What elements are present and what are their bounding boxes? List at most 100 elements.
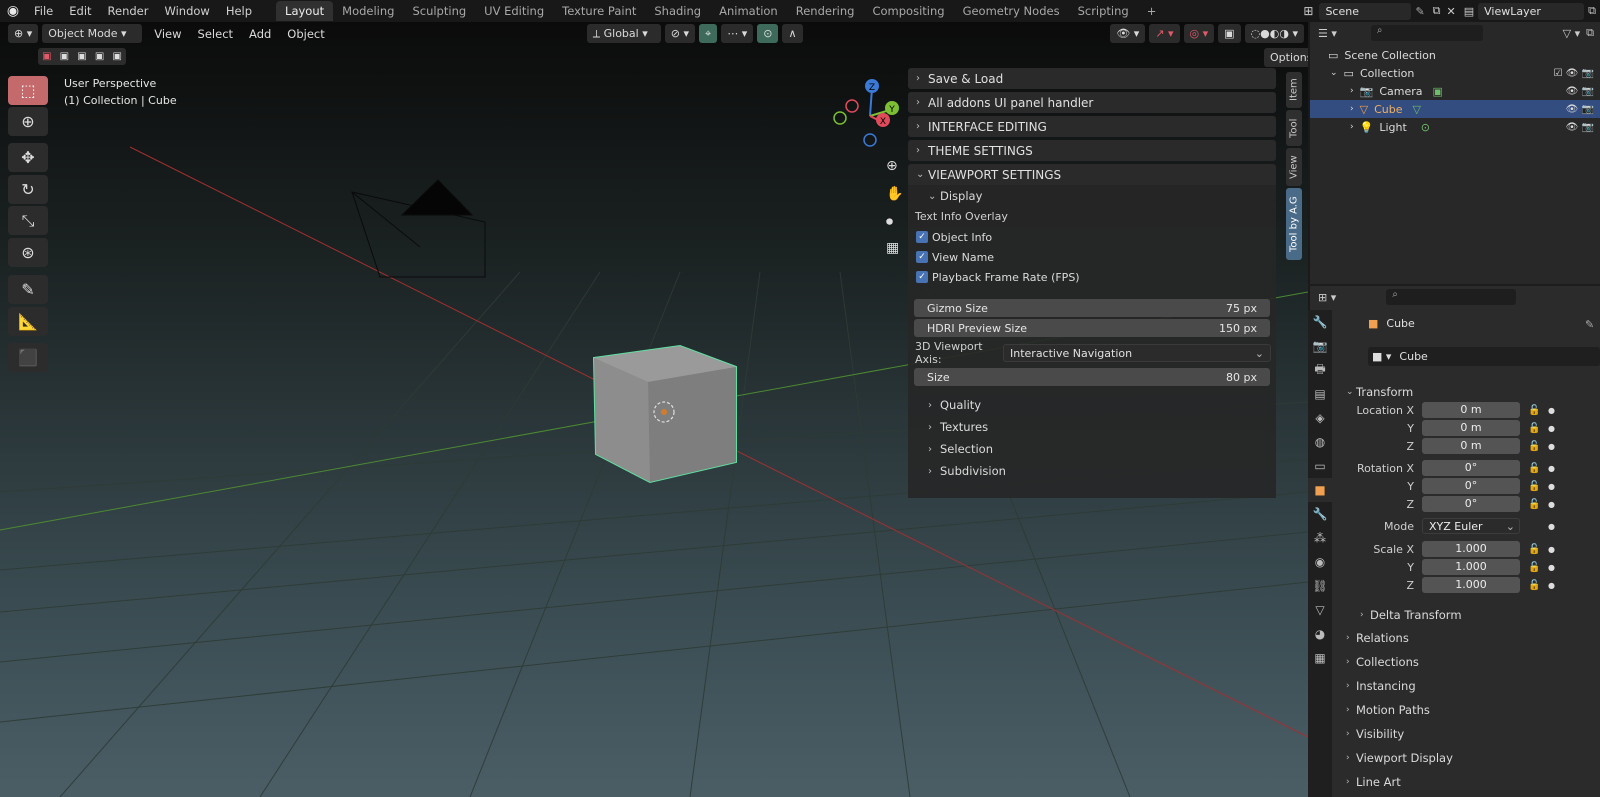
tab-item[interactable]: Item <box>1286 72 1302 108</box>
keyframe-dot-icon[interactable]: ● <box>1548 581 1555 590</box>
scene-collection-row[interactable]: ▭ Scene Collection <box>1310 46 1600 64</box>
tab-uv-editing[interactable]: UV Editing <box>475 1 553 21</box>
section-relations[interactable]: › Relations <box>1340 627 1600 649</box>
new-collection-icon[interactable]: ⧉ <box>1586 26 1594 40</box>
collection-row[interactable]: ⌄ ▭ Collection ☑ 👁 📷 <box>1310 64 1600 82</box>
tool-settings-icon[interactable]: 🔧 <box>1308 310 1332 334</box>
properties-search-input[interactable]: ⌕ <box>1386 289 1517 305</box>
scene-type-icon[interactable]: ⊞ <box>1303 4 1313 18</box>
panel-save-load[interactable]: › Save & Load <box>908 68 1276 89</box>
render-icon[interactable]: 📷 <box>1308 334 1332 358</box>
keyframe-dot-icon[interactable]: ● <box>1548 563 1555 572</box>
lock-icon[interactable]: 🔓 <box>1528 441 1542 452</box>
pin-icon[interactable]: ✎ <box>1585 318 1594 331</box>
cursor-tool-icon[interactable]: ⊕ <box>8 107 48 136</box>
view-layer-icon[interactable]: ▤ <box>1464 5 1474 18</box>
keyframe-dot-icon[interactable]: ● <box>1548 424 1555 433</box>
scale-z-field[interactable]: 1.000 <box>1422 577 1520 593</box>
section-visibility[interactable]: › Visibility <box>1340 723 1600 745</box>
menu-window[interactable]: Window <box>156 0 217 22</box>
panel-interface-editing[interactable]: › INTERFACE EDITING <box>908 116 1276 137</box>
blender-logo-icon[interactable]: ◉ <box>0 0 26 22</box>
section-viewport-display[interactable]: › Viewport Display <box>1340 747 1600 769</box>
menu-render[interactable]: Render <box>100 0 157 22</box>
pin-icon[interactable]: ✎ <box>1415 5 1424 18</box>
keyframe-dot-icon[interactable]: ● <box>1548 442 1555 451</box>
add-workspace-button[interactable]: + <box>1138 1 1166 21</box>
rotation-z-field[interactable]: 0° <box>1422 496 1520 512</box>
viewport-axis-dropdown[interactable]: Interactive Navigation ⌄ <box>1003 344 1271 362</box>
tab-compositing[interactable]: Compositing <box>863 1 953 21</box>
location-x-field[interactable]: 0 m <box>1422 402 1520 418</box>
object-datablock-field[interactable]: ■ ▾ Cube <box>1368 347 1600 366</box>
section-collections[interactable]: › Collections <box>1340 651 1600 673</box>
zoom-icon[interactable]: ⊕ <box>886 158 898 174</box>
row-toggles[interactable]: ☑ 👁 📷 <box>1554 68 1594 79</box>
lock-icon[interactable]: 🔓 <box>1528 562 1542 573</box>
keyframe-dot-icon[interactable]: ● <box>1548 500 1555 509</box>
menu-add[interactable]: Add <box>241 27 279 41</box>
scene-name-field[interactable]: Scene <box>1319 2 1412 20</box>
select-box-tool-icon[interactable]: ⬚ <box>8 76 48 105</box>
tab-sculpting[interactable]: Sculpting <box>403 1 475 21</box>
panel-theme-settings[interactable]: › THEME SETTINGS <box>908 140 1276 161</box>
modifiers-icon[interactable]: 🔧 <box>1308 502 1332 526</box>
outliner-item-cube[interactable]: › ▽ Cube ▽ 👁 📷 <box>1310 100 1600 118</box>
lock-icon[interactable]: 🔓 <box>1528 405 1542 416</box>
menu-view[interactable]: View <box>146 27 189 41</box>
select-new-icon[interactable]: ▣ <box>42 51 51 62</box>
keyframe-dot-icon[interactable]: ● <box>1548 406 1555 415</box>
rotation-x-field[interactable]: 0° <box>1422 460 1520 476</box>
tab-scripting[interactable]: Scripting <box>1069 1 1138 21</box>
checkbox-view-name[interactable]: ✓ View Name <box>908 247 1276 267</box>
lock-icon[interactable]: 🔓 <box>1528 423 1542 434</box>
falloff-icon[interactable]: ∧ <box>782 24 803 43</box>
panel-addons-handler[interactable]: › All addons UI panel handler <box>908 92 1276 113</box>
hdri-preview-size-slider[interactable]: HDRI Preview Size 150 px <box>914 319 1270 337</box>
lock-icon[interactable]: 🔓 <box>1528 499 1542 510</box>
section-instancing[interactable]: › Instancing <box>1340 675 1600 697</box>
rotation-y-field[interactable]: 0° <box>1422 478 1520 494</box>
output-icon[interactable]: 🖶 <box>1308 358 1332 382</box>
size-slider[interactable]: Size 80 px <box>914 368 1270 386</box>
lock-icon[interactable]: 🔓 <box>1528 580 1542 591</box>
tab-geometry-nodes[interactable]: Geometry Nodes <box>954 1 1069 21</box>
tab-animation[interactable]: Animation <box>710 1 787 21</box>
mode-select[interactable]: Object Mode ▾ <box>42 24 143 43</box>
outliner-item-camera[interactable]: › 📷 Camera ▣ 👁 📷 <box>1310 82 1600 100</box>
delete-scene-icon[interactable]: ✕ <box>1447 5 1456 18</box>
view-layer-field[interactable]: ViewLayer <box>1478 2 1585 20</box>
light-data-icon[interactable]: ⊙ <box>1421 121 1430 134</box>
subpanel-quality[interactable]: › Quality <box>908 394 1276 416</box>
keyframe-dot-icon[interactable]: ● <box>1548 522 1555 531</box>
editor-type-button[interactable]: ⊕ ▾ <box>8 24 39 43</box>
keyframe-dot-icon[interactable]: ● <box>1548 464 1555 473</box>
navigation-gizmo[interactable]: Z Y X <box>822 74 902 156</box>
new-view-layer-icon[interactable]: ⧉ <box>1588 4 1596 18</box>
location-z-field[interactable]: 0 m <box>1422 438 1520 454</box>
tab-texture-paint[interactable]: Texture Paint <box>553 1 645 21</box>
overlay-toggle-icon[interactable]: ◎ ▾ <box>1183 24 1215 43</box>
subpanel-textures[interactable]: › Textures <box>908 416 1276 438</box>
tab-tool-by-ag[interactable]: Tool by A.G <box>1286 188 1302 260</box>
object-datablock-icon[interactable]: ■ ▾ <box>1372 350 1391 363</box>
checkbox-object-info[interactable]: ✓ Object Info <box>908 227 1276 247</box>
annotate-tool-icon[interactable]: ✎ <box>8 275 48 304</box>
select-subtract-icon[interactable]: ▣ <box>77 51 86 62</box>
new-scene-icon[interactable]: ⧉ <box>1433 4 1441 18</box>
section-transform[interactable]: ⌄ Transform <box>1340 381 1600 403</box>
add-cube-tool-icon[interactable]: ⬛ <box>8 343 48 372</box>
tab-modeling[interactable]: Modeling <box>333 1 403 21</box>
outliner-item-light[interactable]: › 💡 Light ⊙ 👁 📷 <box>1310 118 1600 136</box>
lock-icon[interactable]: 🔓 <box>1528 463 1542 474</box>
properties-editor-type-icon[interactable]: ⊞ ▾ <box>1318 291 1336 304</box>
select-invert-icon[interactable]: ▣ <box>95 51 104 62</box>
texture-icon[interactable]: ▦ <box>1308 646 1332 670</box>
row-toggles[interactable]: 👁 📷 <box>1566 122 1594 133</box>
xray-toggle-icon[interactable]: ▣ <box>1218 24 1241 43</box>
subpanel-subdivision[interactable]: › Subdivision <box>908 460 1276 482</box>
selection-mode-buttons[interactable]: ▣ ▣ ▣ ▣ ▣ <box>38 48 126 65</box>
location-y-field[interactable]: 0 m <box>1422 420 1520 436</box>
view-layer-tab-icon[interactable]: ▤ <box>1308 382 1332 406</box>
physics-icon[interactable]: ◉ <box>1308 550 1332 574</box>
